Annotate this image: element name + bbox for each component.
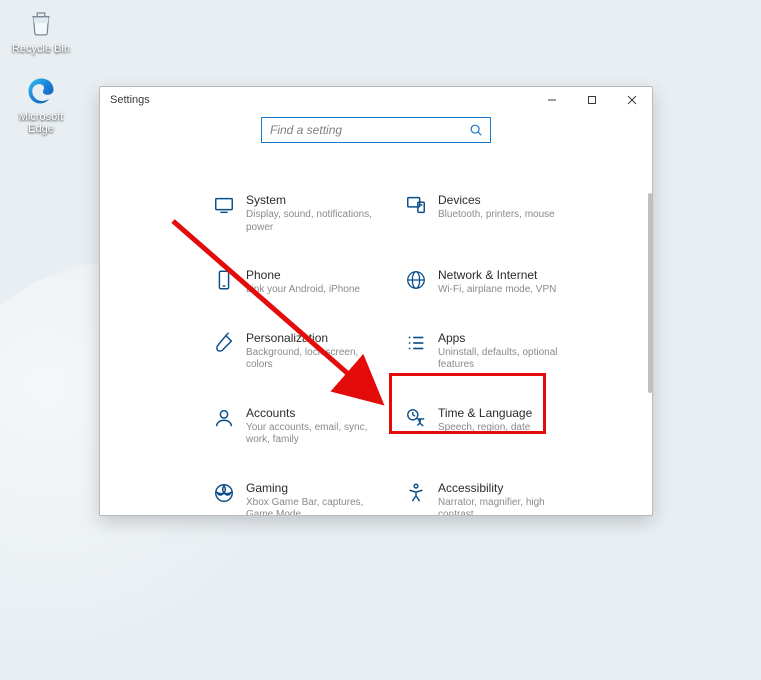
card-title: Network & Internet: [438, 268, 556, 282]
minimize-button[interactable]: [532, 87, 572, 113]
card-desc: Speech, region, date: [438, 422, 532, 435]
apps-list-icon: [404, 331, 428, 355]
accessibility-icon: [404, 481, 428, 505]
search-box[interactable]: [261, 117, 491, 143]
card-desc: Background, lock screen, colors: [246, 347, 376, 372]
apps-card[interactable]: Apps Uninstall, defaults, optional featu…: [404, 327, 574, 376]
card-title: Accounts: [246, 406, 376, 420]
recycle-bin-label: Recycle Bin: [12, 43, 70, 55]
network-card[interactable]: Network & Internet Wi-Fi, airplane mode,…: [404, 264, 574, 301]
card-title: Gaming: [246, 481, 376, 495]
card-desc: Narrator, magnifier, high contrast: [438, 497, 568, 516]
accounts-card[interactable]: Accounts Your accounts, email, sync, wor…: [212, 402, 382, 451]
window-controls: [532, 87, 652, 113]
desktop-icon-edge[interactable]: Microsoft Edge: [10, 74, 72, 135]
search-row: [100, 113, 652, 153]
devices-icon: [404, 193, 428, 217]
display-icon: [212, 193, 236, 217]
search-input[interactable]: [270, 123, 468, 137]
devices-card[interactable]: Devices Bluetooth, printers, mouse: [404, 189, 574, 238]
maximize-icon: [587, 95, 597, 105]
edge-label: Microsoft Edge: [10, 111, 72, 135]
close-icon: [627, 95, 637, 105]
card-title: System: [246, 193, 376, 207]
system-card[interactable]: System Display, sound, notifications, po…: [212, 189, 382, 238]
search-icon: [468, 122, 484, 138]
card-desc: Display, sound, notifications, power: [246, 209, 376, 234]
scrollbar-thumb[interactable]: [648, 193, 652, 393]
settings-window: Settings: [99, 86, 653, 516]
edge-icon: [24, 74, 58, 108]
personalization-card[interactable]: Personalization Background, lock screen,…: [212, 327, 382, 376]
card-title: Personalization: [246, 331, 376, 345]
scrollbar[interactable]: [648, 193, 652, 515]
card-title: Time & Language: [438, 406, 532, 420]
card-desc: Link your Android, iPhone: [246, 284, 360, 297]
phone-card[interactable]: Phone Link your Android, iPhone: [212, 264, 382, 301]
content-area: System Display, sound, notifications, po…: [100, 153, 652, 515]
card-desc: Xbox Game Bar, captures, Game Mode: [246, 497, 376, 516]
window-title: Settings: [110, 94, 150, 106]
phone-icon: [212, 268, 236, 292]
accessibility-card[interactable]: Accessibility Narrator, magnifier, high …: [404, 477, 574, 516]
card-title: Accessibility: [438, 481, 568, 495]
time-language-card[interactable]: Time & Language Speech, region, date: [404, 402, 574, 451]
paintbrush-icon: [212, 331, 236, 355]
globe-icon: [404, 268, 428, 292]
settings-grid: System Display, sound, notifications, po…: [100, 153, 648, 515]
close-button[interactable]: [612, 87, 652, 113]
desktop-icon-recycle-bin[interactable]: Recycle Bin: [10, 6, 72, 55]
card-desc: Wi-Fi, airplane mode, VPN: [438, 284, 556, 297]
minimize-icon: [547, 95, 557, 105]
gaming-icon: [212, 481, 236, 505]
card-desc: Bluetooth, printers, mouse: [438, 209, 555, 222]
card-desc: Your accounts, email, sync, work, family: [246, 422, 376, 447]
gaming-card[interactable]: Gaming Xbox Game Bar, captures, Game Mod…: [212, 477, 382, 516]
card-title: Devices: [438, 193, 555, 207]
time-language-icon: [404, 406, 428, 430]
maximize-button[interactable]: [572, 87, 612, 113]
card-title: Apps: [438, 331, 568, 345]
recycle-bin-icon: [24, 6, 58, 40]
card-title: Phone: [246, 268, 360, 282]
person-icon: [212, 406, 236, 430]
card-desc: Uninstall, defaults, optional features: [438, 347, 568, 372]
titlebar: Settings: [100, 87, 652, 113]
